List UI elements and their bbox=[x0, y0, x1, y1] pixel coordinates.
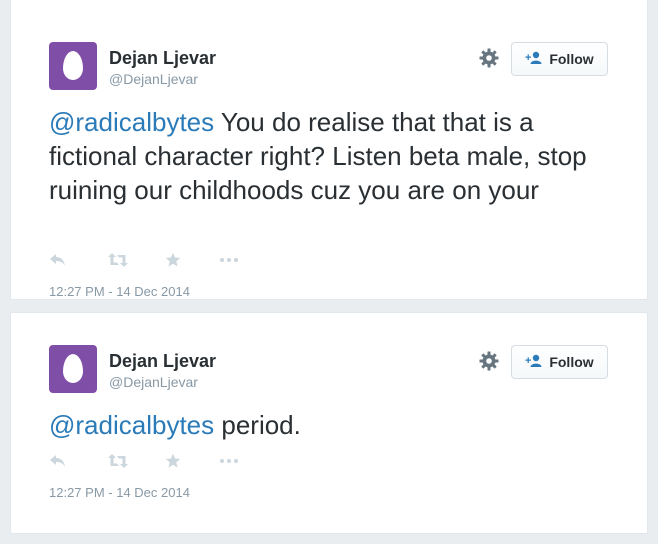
tweet-body: period. bbox=[214, 410, 301, 440]
star-icon[interactable] bbox=[165, 250, 181, 270]
author-handle[interactable]: @DejanLjevar bbox=[109, 374, 198, 390]
gear-icon[interactable] bbox=[476, 348, 502, 374]
egg-icon bbox=[63, 51, 83, 80]
avatar[interactable] bbox=[49, 42, 97, 90]
follow-button-label: Follow bbox=[549, 354, 594, 370]
author-handle[interactable]: @DejanLjevar bbox=[109, 71, 198, 87]
add-user-icon: + bbox=[525, 51, 543, 68]
tweet-text: @radicalbytes period. bbox=[49, 408, 609, 442]
tweet-text: @radicalbytes You do realise that that i… bbox=[49, 105, 609, 207]
tweet-timestamp[interactable]: 12:27 PM - 14 Dec 2014 bbox=[49, 284, 190, 299]
tweet-actions bbox=[49, 250, 269, 270]
egg-icon bbox=[63, 354, 83, 383]
tweet-timestamp[interactable]: 12:27 PM - 14 Dec 2014 bbox=[49, 485, 190, 500]
gear-icon[interactable] bbox=[476, 45, 502, 71]
author-name[interactable]: Dejan Ljevar bbox=[109, 48, 216, 69]
mention-link[interactable]: @radicalbytes bbox=[49, 410, 214, 440]
avatar[interactable] bbox=[49, 345, 97, 393]
retweet-icon[interactable] bbox=[107, 451, 129, 471]
follow-button-label: Follow bbox=[549, 51, 594, 67]
tweet-card: Dejan Ljevar @DejanLjevar + Follow @radi… bbox=[10, 312, 648, 534]
add-user-icon: + bbox=[525, 354, 543, 371]
reply-icon[interactable] bbox=[49, 451, 67, 471]
follow-button[interactable]: + Follow bbox=[511, 345, 608, 379]
follow-button[interactable]: + Follow bbox=[511, 42, 608, 76]
more-icon[interactable] bbox=[219, 250, 239, 270]
svg-text:+: + bbox=[525, 355, 531, 367]
author-name[interactable]: Dejan Ljevar bbox=[109, 351, 216, 372]
mention-link[interactable]: @radicalbytes bbox=[49, 107, 214, 137]
reply-icon[interactable] bbox=[49, 250, 67, 270]
star-icon[interactable] bbox=[165, 451, 181, 471]
retweet-icon[interactable] bbox=[107, 250, 129, 270]
more-icon[interactable] bbox=[219, 451, 239, 471]
svg-text:+: + bbox=[525, 52, 531, 64]
tweet-actions bbox=[49, 451, 269, 471]
tweet-card: Dejan Ljevar @DejanLjevar + Follow @radi… bbox=[10, 0, 648, 300]
